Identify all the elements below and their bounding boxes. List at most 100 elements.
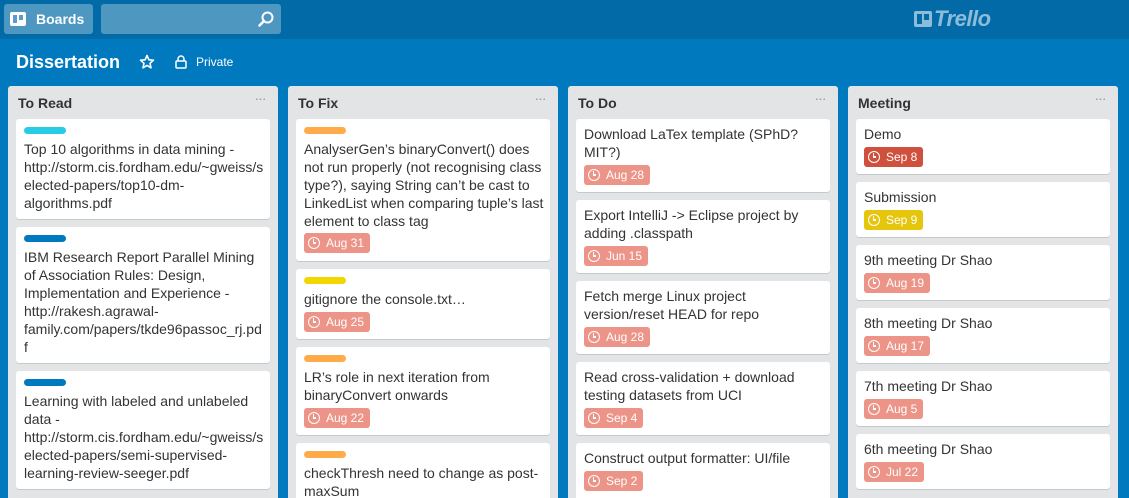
card[interactable]: Submission Sep 9 bbox=[856, 182, 1110, 237]
search-input[interactable] bbox=[101, 4, 281, 34]
card-title: AnalyserGen’s binaryConvert() does not r… bbox=[304, 141, 544, 229]
boards-label: Boards bbox=[36, 11, 85, 27]
due-date: Aug 19 bbox=[886, 276, 925, 290]
card[interactable]: IBM Research Report Parallel Mining of A… bbox=[16, 227, 270, 363]
clock-icon bbox=[868, 277, 880, 289]
card-title: 7th meeting Dr Shao bbox=[864, 378, 993, 394]
due-date: Sep 2 bbox=[606, 474, 638, 488]
due-date-badge: Jun 15 bbox=[584, 246, 649, 266]
card-title: 9th meeting Dr Shao bbox=[864, 252, 993, 268]
card-label-orange bbox=[304, 355, 346, 362]
trello-logo-text: Trello bbox=[934, 6, 991, 31]
privacy-button[interactable]: Private bbox=[196, 55, 233, 69]
top-bar: Boards Trello bbox=[0, 0, 1129, 39]
due-date: Aug 17 bbox=[886, 339, 925, 353]
card-title: 8th meeting Dr Shao bbox=[864, 315, 993, 331]
card-title: checkThresh need to change as post-maxSu… bbox=[304, 465, 539, 498]
list-title[interactable]: Meeting bbox=[858, 95, 911, 111]
card[interactable]: Construct output formatter: UI/file Sep … bbox=[576, 443, 830, 498]
clock-icon bbox=[308, 316, 320, 328]
card-title: LR’s role in next iteration from binaryC… bbox=[304, 369, 490, 403]
list-title[interactable]: To Read bbox=[18, 95, 72, 111]
card-title: Export IntelliJ -> Eclipse project by ad… bbox=[584, 207, 799, 241]
due-date: Jul 22 bbox=[886, 465, 919, 479]
star-icon[interactable] bbox=[139, 54, 155, 70]
clock-icon bbox=[308, 237, 320, 249]
due-date-badge: Aug 28 bbox=[584, 327, 651, 347]
lock-icon[interactable] bbox=[175, 55, 187, 69]
card-label-blue bbox=[24, 379, 66, 386]
clock-icon bbox=[868, 403, 880, 415]
list-title[interactable]: To Do bbox=[578, 95, 617, 111]
card[interactable]: checkThresh need to change as post-maxSu… bbox=[296, 443, 550, 498]
due-date-badge: Sep 8 bbox=[864, 147, 924, 167]
card-label-blue bbox=[24, 235, 66, 242]
due-date: Sep 9 bbox=[886, 213, 918, 227]
card[interactable]: Learning with labeled and unlabeled data… bbox=[16, 371, 270, 489]
list-to-do: To Do ··· Download LaTex template (SPhD?… bbox=[568, 86, 838, 498]
clock-icon bbox=[588, 169, 600, 181]
due-date-badge: Aug 25 bbox=[304, 312, 371, 332]
due-date: Aug 28 bbox=[606, 168, 645, 182]
card[interactable]: gitignore the console.txt… Aug 25 bbox=[296, 269, 550, 339]
card-label-cyan bbox=[24, 127, 66, 134]
card-title: gitignore the console.txt… bbox=[304, 291, 466, 307]
card[interactable]: Export IntelliJ -> Eclipse project by ad… bbox=[576, 200, 830, 273]
card[interactable]: Demo Sep 8 bbox=[856, 119, 1110, 174]
due-date: Aug 28 bbox=[606, 330, 645, 344]
boards-icon bbox=[10, 12, 26, 26]
card-label-orange bbox=[304, 451, 346, 458]
clock-icon bbox=[868, 151, 880, 163]
card-title: Download LaTex template (SPhD? MIT?) bbox=[584, 126, 799, 160]
search-icon[interactable] bbox=[257, 10, 275, 28]
due-date-badge: Aug 22 bbox=[304, 408, 371, 428]
card[interactable]: AnalyserGen’s binaryConvert() does not r… bbox=[296, 119, 550, 261]
due-date-badge: Sep 9 bbox=[864, 210, 924, 230]
card-title: Learning with labeled and unlabeled data… bbox=[24, 393, 264, 481]
due-date: Aug 25 bbox=[326, 315, 365, 329]
list-menu-icon[interactable]: ··· bbox=[252, 91, 268, 108]
due-date-badge: Aug 28 bbox=[584, 165, 651, 185]
due-date-badge: Aug 31 bbox=[304, 233, 371, 253]
due-date-badge: Aug 5 bbox=[864, 399, 924, 419]
card-title: 6th meeting Dr Shao bbox=[864, 441, 993, 457]
due-date: Aug 5 bbox=[886, 402, 918, 416]
clock-icon bbox=[588, 412, 600, 424]
list-title[interactable]: To Fix bbox=[298, 95, 338, 111]
clock-icon bbox=[588, 331, 600, 343]
list-menu-icon[interactable]: ··· bbox=[812, 91, 828, 108]
list-to-fix: To Fix ··· AnalyserGen’s binaryConvert()… bbox=[288, 86, 558, 498]
due-date-badge: Sep 4 bbox=[584, 408, 644, 428]
board-title[interactable]: Dissertation bbox=[16, 52, 120, 73]
clock-icon bbox=[308, 412, 320, 424]
card[interactable]: 9th meeting Dr Shao Aug 19 bbox=[856, 245, 1110, 300]
due-date: Sep 4 bbox=[606, 411, 638, 425]
card[interactable]: 7th meeting Dr Shao Aug 5 bbox=[856, 371, 1110, 426]
card[interactable]: Download LaTex template (SPhD? MIT?) Aug… bbox=[576, 119, 830, 192]
card-title: Demo bbox=[864, 126, 902, 142]
clock-icon bbox=[588, 475, 600, 487]
due-date-badge: Jul 22 bbox=[864, 462, 925, 482]
clock-icon bbox=[868, 466, 880, 478]
trello-logo-icon bbox=[914, 11, 932, 27]
card[interactable]: LR’s role in next iteration from binaryC… bbox=[296, 347, 550, 435]
list-to-read: To Read ··· Top 10 algorithms in data mi… bbox=[8, 86, 278, 498]
list-meeting: Meeting ··· Demo Sep 8 Submission Sep 9 … bbox=[848, 86, 1118, 498]
list-menu-icon[interactable]: ··· bbox=[532, 91, 548, 108]
due-date-badge: Aug 19 bbox=[864, 273, 931, 293]
card-label-yellow bbox=[304, 277, 346, 284]
due-date: Aug 31 bbox=[326, 236, 365, 250]
card[interactable]: Fetch merge Linux project version/reset … bbox=[576, 281, 830, 354]
card[interactable]: Top 10 algorithms in data mining - http:… bbox=[16, 119, 270, 219]
card-title: Submission bbox=[864, 189, 937, 205]
card[interactable]: 8th meeting Dr Shao Aug 17 bbox=[856, 308, 1110, 363]
trello-logo[interactable]: Trello bbox=[914, 6, 991, 32]
card[interactable]: Read cross-validation + download testing… bbox=[576, 362, 830, 435]
list-menu-icon[interactable]: ··· bbox=[1092, 91, 1108, 108]
card[interactable]: 6th meeting Dr Shao Jul 22 bbox=[856, 434, 1110, 489]
due-date: Jun 15 bbox=[606, 249, 643, 263]
card-title: Top 10 algorithms in data mining - http:… bbox=[24, 141, 264, 211]
clock-icon bbox=[868, 214, 880, 226]
boards-button[interactable]: Boards bbox=[4, 4, 93, 34]
due-date: Aug 22 bbox=[326, 411, 365, 425]
